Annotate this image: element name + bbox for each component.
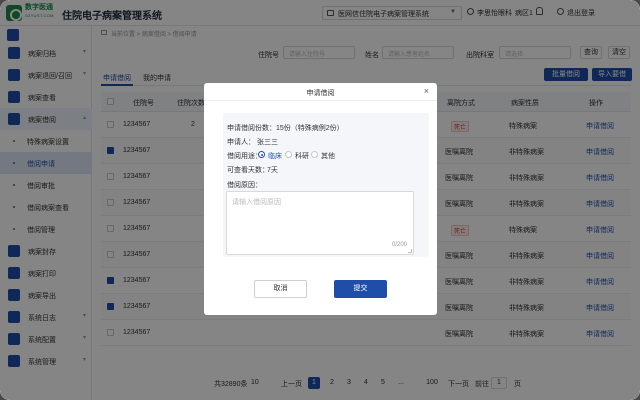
borrow-count-text: 申请借阅份数：15份（特殊病例2份） [227,125,344,132]
purpose-option-other[interactable]: 其他 [321,151,335,161]
borrow-apply-dialog: 申请借阅 × 申请借阅份数：15份（特殊病例2份） 申请人： 张三三 借阅用途：… [204,83,437,315]
purpose-radio-research[interactable] [285,151,292,158]
dialog-divider [204,100,437,101]
close-icon[interactable]: × [424,86,429,96]
applicant-value: 张三三 [257,139,278,146]
purpose-option-research[interactable]: 科研 [295,151,309,161]
reason-textarea[interactable]: 请输入借阅原因 0/200 [226,191,414,255]
days-value: 7天 [267,167,278,174]
dialog-title: 申请借阅 [306,90,335,97]
resize-handle-icon[interactable] [408,249,412,253]
dialog-form: 申请借阅份数：15份（特殊病例2份） 申请人： 张三三 借阅用途： 临床 科研 … [223,113,429,257]
reason-placeholder: 请输入借阅原因 [232,199,281,206]
applicant-label: 申请人： [227,139,255,146]
purpose-radio-clinical[interactable] [258,151,265,158]
char-counter: 0/200 [391,242,407,248]
reason-label: 借阅原因： [227,182,262,189]
days-label: 可查看天数： [227,167,269,174]
cancel-button[interactable]: 取消 [254,280,307,298]
app-frame: 数字医通 SZYUST.COM 住院电子病案管理系统 医网信住院电子病案管理系统… [0,0,640,400]
purpose-option-clinical[interactable]: 临床 [268,151,282,161]
purpose-radio-other[interactable] [311,151,318,158]
purpose-label: 借阅用途： [227,153,262,160]
submit-button[interactable]: 提交 [334,280,387,298]
